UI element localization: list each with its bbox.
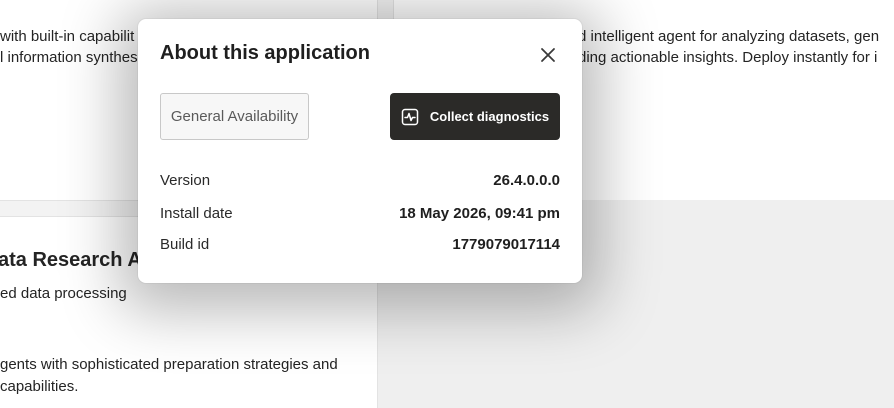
activity-pulse-icon	[401, 108, 419, 126]
about-dialog: About this application General Availabil…	[138, 19, 582, 283]
card-description-line: with built-in capabilit	[0, 28, 135, 45]
card-description-line: capabilities.	[0, 378, 79, 395]
app-background: with built-in capabilit l information sy…	[0, 0, 894, 408]
info-row-build-id: Build id 1779079017114	[160, 233, 560, 255]
close-button[interactable]	[536, 43, 560, 67]
info-row-version: Version 26.4.0.0.0	[160, 169, 560, 191]
collect-diagnostics-label: Collect diagnostics	[429, 109, 550, 124]
card-description-line: d intelligent agent for analyzing datase…	[578, 28, 880, 45]
card-description-line: l information synthes	[0, 49, 138, 66]
availability-badge: General Availability	[160, 93, 309, 140]
info-value: 18 May 2026, 09:41 pm	[399, 204, 560, 222]
info-label: Version	[160, 171, 211, 189]
close-icon	[541, 48, 555, 62]
info-label: Install date	[160, 204, 233, 222]
collect-diagnostics-button[interactable]: Collect diagnostics	[390, 93, 560, 140]
info-label: Build id	[160, 235, 210, 253]
dialog-title: About this application	[160, 42, 370, 64]
info-row-install-date: Install date 18 May 2026, 09:41 pm	[160, 202, 560, 224]
card-subtitle: ed data processing	[0, 285, 127, 302]
info-value: 26.4.0.0.0	[493, 171, 560, 189]
info-value: 1779079017114	[452, 235, 560, 253]
card-description-line: gents with sophisticated preparation str…	[0, 356, 338, 373]
availability-badge-label: General Availability	[170, 108, 299, 125]
card-title: ata Research A	[0, 249, 142, 271]
card-description-line: ding actionable insights. Deploy instant…	[578, 49, 878, 66]
